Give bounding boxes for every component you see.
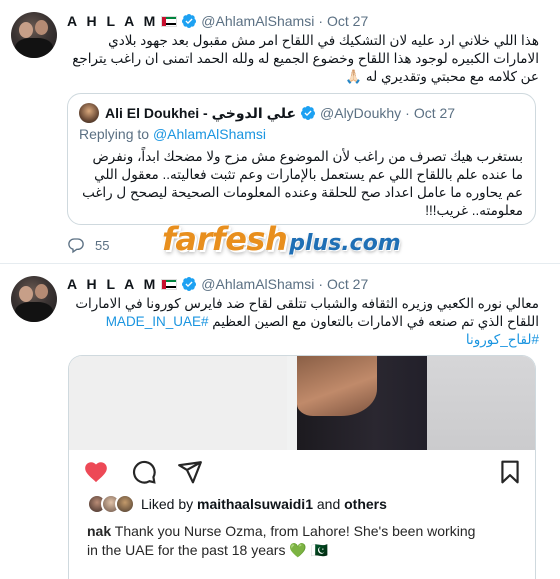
share-icon[interactable] bbox=[177, 459, 203, 485]
quoted-author-avatar bbox=[79, 103, 99, 123]
liker-avatar bbox=[115, 494, 135, 514]
watermark-suffix: plus.com bbox=[289, 231, 401, 256]
author-avatar[interactable] bbox=[11, 12, 57, 58]
uae-flag-icon bbox=[161, 278, 178, 290]
separator-dot: · bbox=[318, 13, 323, 29]
tweet-text: هذا اللي خلاني ارد عليه لان التشكيك في ا… bbox=[67, 32, 539, 86]
liked-others: others bbox=[344, 496, 387, 512]
comment-icon[interactable] bbox=[67, 236, 85, 254]
quoted-author-handle: @AlyDoukhy bbox=[320, 105, 402, 121]
caption-user: nak bbox=[87, 523, 112, 539]
tweet-text: معالي نوره الكعبي وزيره الثقافه والشباب … bbox=[67, 295, 539, 349]
hashtag-link[interactable]: #MADE_IN_UAE bbox=[106, 314, 209, 329]
tweet-text-line: #لقاح_كورونا bbox=[67, 331, 539, 349]
author-name[interactable]: A H L A M bbox=[67, 13, 158, 29]
author-handle[interactable]: @AhlamAlShamsi bbox=[201, 13, 314, 29]
caption-line: nak Thank you Nurse Ozma, from Lahore! S… bbox=[87, 522, 527, 541]
tweet-header: A H L A M @AhlamAlShamsi · Oct 27 bbox=[67, 11, 368, 31]
author-handle[interactable]: @AhlamAlShamsi bbox=[201, 276, 314, 292]
quoted-text-line: ما عنده علم باللقاح اللي عم يستعمل بالإم… bbox=[94, 167, 523, 182]
replying-to-label: Replying to bbox=[79, 126, 150, 142]
tweet-date[interactable]: Oct 27 bbox=[327, 13, 368, 29]
liked-and: and bbox=[316, 496, 341, 512]
tweet-header: A H L A M @AhlamAlShamsi · Oct 27 bbox=[67, 274, 368, 294]
author-name[interactable]: A H L A M bbox=[67, 276, 158, 292]
watermark-main: farfesh bbox=[162, 220, 288, 258]
verified-badge-icon bbox=[301, 106, 316, 120]
tweet-text-line: عن كلامه مع محبتي وتقديري له 🙏🏻 bbox=[345, 69, 539, 84]
tweet-actions: 55 bbox=[67, 236, 109, 254]
verified-badge-icon bbox=[182, 14, 197, 28]
tweet-text-line: الامارات الكبيره لوجود هذا اللقاح وخضوع … bbox=[72, 51, 539, 66]
quoted-text-line: عم يحاوره ما عامل اعداد صح للحلقة وعنده … bbox=[82, 185, 523, 200]
tweet-text-line: معالي نوره الكعبي وزيره الثقافه والشباب … bbox=[75, 296, 539, 311]
bookmark-icon[interactable] bbox=[497, 459, 523, 485]
uae-flag-icon bbox=[161, 15, 178, 27]
quoted-tweet-date: Oct 27 bbox=[413, 105, 456, 121]
replying-to-mention[interactable]: @AhlamAlShamsi bbox=[153, 126, 266, 142]
replying-to: Replying to @AhlamAlShamsi bbox=[79, 126, 266, 142]
separator-dot: · bbox=[405, 105, 410, 121]
reply-count: 55 bbox=[95, 237, 110, 253]
instagram-caption: nak Thank you Nurse Ozma, from Lahore! S… bbox=[87, 522, 527, 560]
site-watermark: farfesh plus.com bbox=[162, 220, 401, 262]
verified-badge-icon bbox=[182, 277, 197, 291]
quoted-tweet-header: Ali El Doukhei - علي الدوخي @AlyDoukhy ·… bbox=[105, 103, 455, 123]
hashtag-link[interactable]: #لقاح_كورونا bbox=[466, 332, 539, 347]
caption-text: Thank you Nurse Ozma, from Lahore! She's… bbox=[114, 523, 476, 539]
author-avatar[interactable] bbox=[11, 276, 57, 322]
comment-icon[interactable] bbox=[131, 459, 157, 485]
heart-icon[interactable] bbox=[83, 459, 109, 485]
tweet-text-segment: اللقاح الذي تم صنعه في الامارات بالتعاون… bbox=[212, 314, 539, 329]
liked-by-row: Liked by maithaalsuwaidi1 and others bbox=[87, 492, 387, 516]
liked-by-text: Liked by maithaalsuwaidi1 and others bbox=[141, 496, 387, 512]
quoted-author-name: Ali El Doukhei - علي الدوخي bbox=[105, 104, 297, 121]
quoted-tweet-text: بستغرب هيك تصرف من راغب لأن الموضوع مش م… bbox=[78, 148, 523, 220]
quoted-tweet[interactable]: Ali El Doukhei - علي الدوخي @AlyDoukhy ·… bbox=[67, 93, 536, 225]
quoted-text-line: بستغرب هيك تصرف من راغب لأن الموضوع مش م… bbox=[92, 149, 523, 164]
tweet-text-line: اللقاح الذي تم صنعه في الامارات بالتعاون… bbox=[67, 313, 539, 331]
tweet-date[interactable]: Oct 27 bbox=[327, 276, 368, 292]
liked-by-prefix: Liked by bbox=[141, 496, 194, 512]
separator-dot: · bbox=[318, 276, 323, 292]
tweet-text-line: هذا اللي خلاني ارد عليه لان التشكيك في ا… bbox=[108, 33, 539, 48]
liked-user: maithaalsuwaidi1 bbox=[197, 496, 313, 512]
media-attachment[interactable]: Liked by maithaalsuwaidi1 and others nak… bbox=[68, 355, 536, 579]
quoted-text-line: معلومته.. غريب!!! bbox=[425, 203, 523, 218]
caption-line: in the UAE for the past 18 years 💚 🇵🇰 bbox=[87, 542, 329, 558]
instagram-action-bar bbox=[83, 459, 523, 485]
photo bbox=[69, 356, 535, 450]
tweet[interactable]: A H L A M @AhlamAlShamsi · Oct 27 معالي … bbox=[0, 265, 560, 579]
